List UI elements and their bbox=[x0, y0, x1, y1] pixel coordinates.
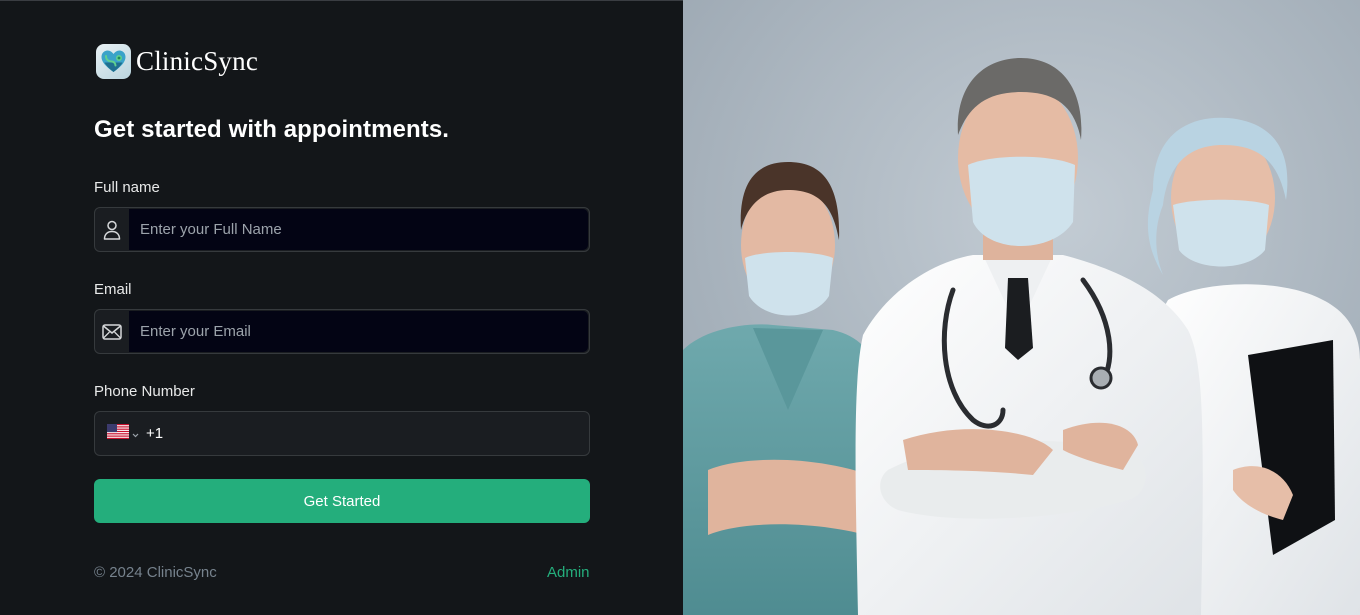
page-title: Get started with appointments. bbox=[94, 116, 450, 143]
brand-name: ClinicSync bbox=[136, 46, 258, 76]
us-flag-icon bbox=[107, 423, 129, 444]
email-field bbox=[94, 309, 590, 354]
envelope-icon bbox=[95, 310, 129, 353]
dial-code: +1 bbox=[146, 425, 164, 442]
brand-logo: ClinicSync bbox=[96, 44, 258, 79]
chevron-down-icon bbox=[132, 425, 139, 443]
admin-link[interactable]: Admin bbox=[547, 564, 590, 581]
email-input[interactable] bbox=[129, 311, 588, 352]
full-name-field bbox=[94, 207, 590, 252]
phone-input[interactable] bbox=[163, 412, 589, 455]
full-name-label: Full name bbox=[94, 179, 160, 196]
user-icon bbox=[95, 208, 129, 251]
get-started-button[interactable]: Get Started bbox=[94, 479, 590, 523]
signup-panel: ClinicSync Get started with appointments… bbox=[0, 0, 683, 615]
phone-field: +1 bbox=[94, 411, 590, 456]
full-name-input[interactable] bbox=[129, 209, 588, 250]
email-label: Email bbox=[94, 281, 132, 298]
copyright-text: © 2024 ClinicSync bbox=[94, 564, 217, 581]
country-select[interactable] bbox=[107, 423, 139, 444]
three-masked-doctors-photo bbox=[683, 0, 1360, 615]
hero-image bbox=[683, 0, 1360, 615]
phone-label: Phone Number bbox=[94, 383, 195, 400]
heart-stethoscope-icon bbox=[96, 44, 131, 79]
